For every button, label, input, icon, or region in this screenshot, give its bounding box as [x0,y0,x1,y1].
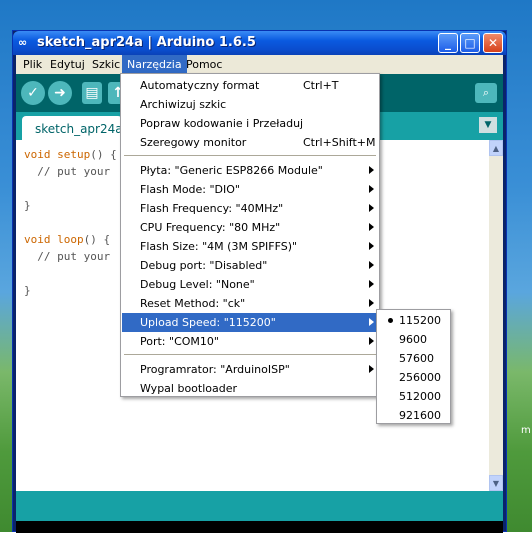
minimize-button[interactable]: _ [438,33,458,53]
menu-item-cpu-frequency[interactable]: CPU Frequency: "80 MHz" [122,218,378,237]
menu-item-burn-bootloader[interactable]: Wypal bootloader [122,379,378,398]
new-file-icon: ▤ [85,85,99,101]
desktop-icon-label[interactable]: m [521,425,531,436]
minimize-icon: _ [445,36,451,50]
menu-item-fix-encoding[interactable]: Popraw kodowanie i Przeładuj [122,114,378,133]
code-line: } [24,284,31,297]
magnifier-icon: ⌕ [482,86,490,99]
menu-item-debug-level[interactable]: Debug Level: "None" [122,275,378,294]
menu-help[interactable]: Pomoc [181,55,227,74]
title-bar[interactable]: ∞ sketch_apr24a | Arduino 1.6.5 _ □ ✕ [13,31,506,55]
tab-label: sketch_apr24a [35,122,123,136]
menu-tools[interactable]: Narzędzia [122,55,187,74]
menu-separator [124,155,376,156]
tab-sketch[interactable]: sketch_apr24a [22,116,123,140]
submenu-arrow-icon [369,166,374,174]
maximize-button[interactable]: □ [460,33,480,53]
upload-button[interactable]: ➜ [48,81,72,105]
code-line: // put your [24,250,111,263]
speed-option-512000[interactable]: 512000 [378,387,449,406]
speed-option-115200[interactable]: 115200 [378,311,449,330]
menu-sketch[interactable]: Szkic [87,55,125,74]
submenu-arrow-icon [369,299,374,307]
menu-bar: Plik Edytuj Szkic Narzędzia Pomoc [16,55,503,74]
menu-item-debug-port[interactable]: Debug port: "Disabled" [122,256,378,275]
menu-item-archive-sketch[interactable]: Archiwizuj szkic [122,95,378,114]
menu-separator [124,354,376,355]
code-line: void setup() { [24,148,117,161]
menu-item-flash-mode[interactable]: Flash Mode: "DIO" [122,180,378,199]
speed-option-256000[interactable]: 256000 [378,368,449,387]
tab-menu-button[interactable]: ▼ [479,117,497,133]
chevron-down-icon: ▼ [484,120,492,130]
code-line: // put your [24,165,111,178]
submenu-arrow-icon [369,318,374,326]
menu-item-port[interactable]: Port: "COM10" [122,332,378,351]
submenu-arrow-icon [369,365,374,373]
menu-edit[interactable]: Edytuj [45,55,90,74]
selected-bullet-icon [388,318,393,323]
scroll-down-button[interactable]: ▼ [489,475,503,491]
code-text: void setup() { // put your } void loop()… [24,146,117,299]
checkmark-icon: ✓ [27,85,39,101]
vertical-scrollbar[interactable]: ▲ ▼ [489,140,503,491]
menu-item-upload-speed[interactable]: Upload Speed: "115200" [122,313,378,332]
console-output [16,521,503,533]
code-line: void loop() { [24,233,111,246]
verify-button[interactable]: ✓ [21,81,45,105]
arduino-logo-icon: ∞ [18,36,28,49]
maximize-icon: □ [464,36,476,50]
tools-dropdown-menu: Automatyczny format Ctrl+T Archiwizuj sz… [120,73,380,397]
menu-item-serial-monitor[interactable]: Szeregowy monitor Ctrl+Shift+M [122,133,378,152]
menu-item-auto-format[interactable]: Automatyczny format Ctrl+T [122,76,378,95]
code-line: } [24,199,31,212]
menu-item-board[interactable]: Płyta: "Generic ESP8266 Module" [122,161,378,180]
menu-item-flash-size[interactable]: Flash Size: "4M (3M SPIFFS)" [122,237,378,256]
speed-option-921600[interactable]: 921600 [378,406,449,425]
upload-speed-submenu: 115200 9600 57600 256000 512000 921600 [376,309,451,424]
close-button[interactable]: ✕ [483,33,503,53]
menu-item-flash-frequency[interactable]: Flash Frequency: "40MHz" [122,199,378,218]
close-icon: ✕ [487,36,499,50]
scroll-up-button[interactable]: ▲ [489,140,503,156]
submenu-arrow-icon [369,261,374,269]
status-bar [16,491,503,521]
submenu-arrow-icon [369,242,374,250]
submenu-arrow-icon [369,185,374,193]
speed-option-57600[interactable]: 57600 [378,349,449,368]
menu-item-programmer[interactable]: Programrator: "ArduinoISP" [122,360,378,379]
serial-monitor-button[interactable]: ⌕ [475,83,497,103]
window-title: sketch_apr24a | Arduino 1.6.5 [37,35,256,50]
arrow-right-icon: ➜ [54,85,66,101]
submenu-arrow-icon [369,204,374,212]
speed-option-9600[interactable]: 9600 [378,330,449,349]
menu-file[interactable]: Plik [18,55,47,74]
submenu-arrow-icon [369,223,374,231]
new-button[interactable]: ▤ [82,82,102,104]
submenu-arrow-icon [369,337,374,345]
submenu-arrow-icon [369,280,374,288]
menu-item-reset-method[interactable]: Reset Method: "ck" [122,294,378,313]
